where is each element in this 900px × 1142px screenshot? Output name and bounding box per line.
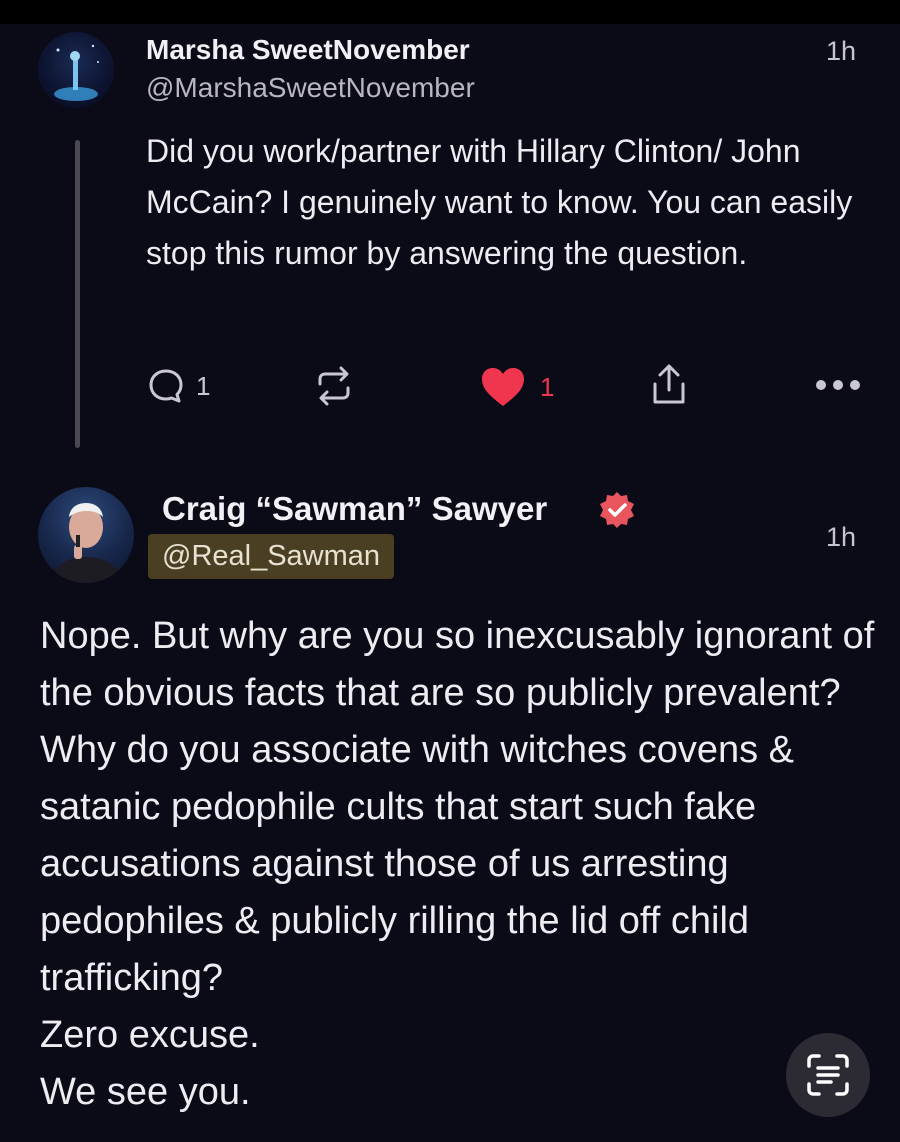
post-text: Did you work/partner with Hillary Clinto… (146, 133, 853, 271)
author-name[interactable]: Marsha SweetNovember (146, 34, 470, 66)
share-icon (653, 364, 685, 404)
reply-paragraph: Nope. But why are you so inexcusably ign… (40, 615, 875, 999)
author-handle[interactable]: @MarshaSweetNovember (146, 72, 475, 104)
reply-paragraph: Zero excuse. (40, 1014, 260, 1056)
thread-connector-line (75, 140, 80, 448)
repost-icon (318, 366, 350, 406)
like-count: 1 (540, 371, 555, 402)
verified-badge-icon (600, 492, 634, 528)
author-handle[interactable]: @Real_Sawman (148, 534, 395, 579)
reply-button[interactable]: 1 (146, 366, 210, 406)
avatar-marsha[interactable] (38, 32, 114, 108)
post-timestamp: 1h (826, 522, 857, 552)
author-name[interactable]: Craig “Sawman” Sawyer (162, 490, 547, 528)
reply-text: Nope. But why are you so inexcusably ign… (40, 608, 880, 1121)
reply-icon (149, 369, 183, 403)
live-text-button[interactable] (786, 1033, 870, 1117)
text-scan-icon (807, 1054, 849, 1096)
share-button[interactable] (648, 362, 690, 408)
status-bar (0, 0, 900, 24)
like-button[interactable]: 1 (480, 366, 554, 408)
post-timestamp: 1h (826, 36, 857, 66)
heart-icon (482, 368, 524, 406)
more-options-button[interactable] (814, 378, 862, 392)
avatar-sawman[interactable] (38, 487, 134, 583)
repost-button[interactable] (312, 366, 356, 406)
more-icon (816, 380, 860, 390)
reply-count: 1 (196, 370, 211, 401)
reply-paragraph: We see you. (40, 1071, 251, 1113)
